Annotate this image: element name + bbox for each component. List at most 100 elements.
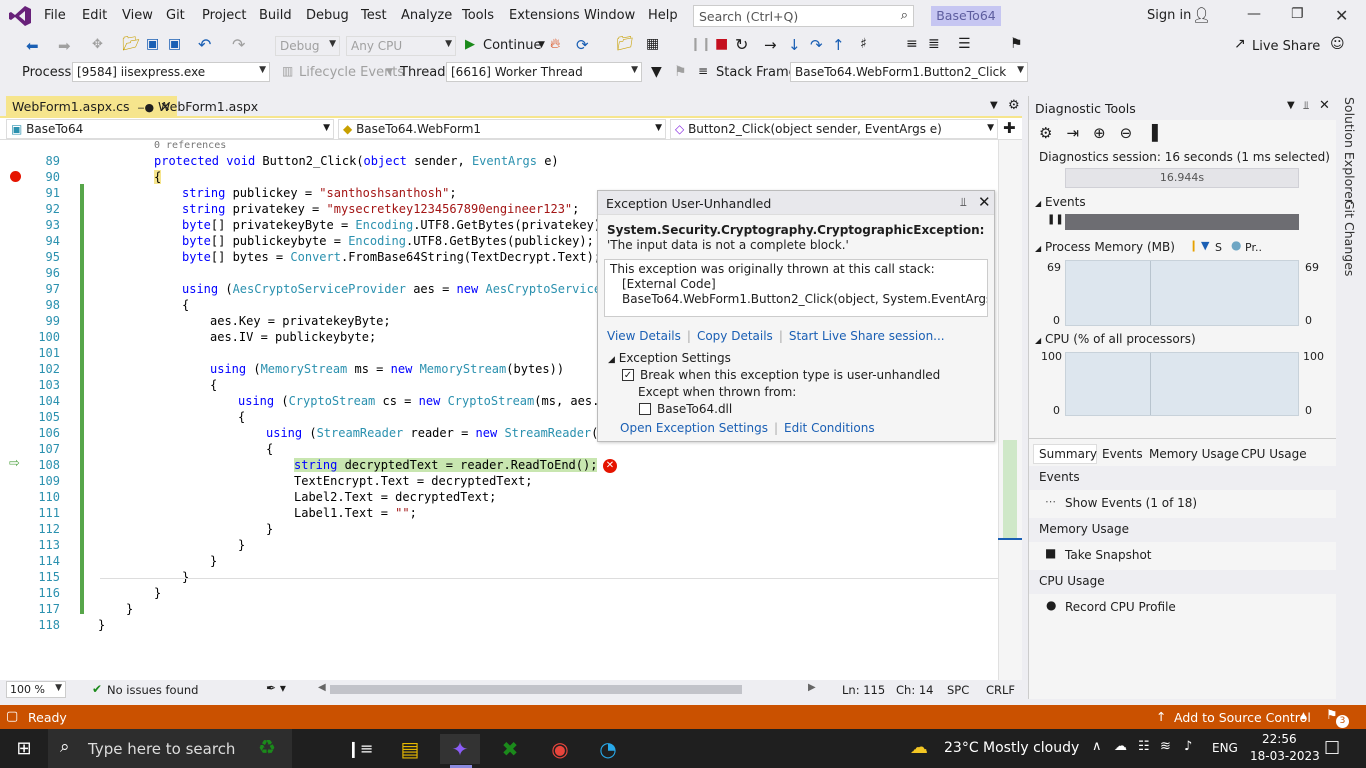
cpu-chart[interactable] [1065,352,1299,416]
break-checkbox[interactable]: ✓ [622,369,634,381]
zoom-combo[interactable]: 100 % ▼ [6,681,66,698]
horizontal-scrollbar-thumb[interactable] [330,685,742,694]
open-exception-settings-link[interactable]: Open Exception Settings [620,421,768,435]
thread-combo[interactable]: [6616] Worker Thread ▼ [446,62,642,82]
close-window-icon[interactable]: ✕ [1335,6,1348,25]
tab-overflow-icon[interactable]: ▼ [990,100,998,111]
minimize-icon[interactable]: — [1247,6,1261,22]
dll-checkbox[interactable] [639,403,651,415]
copy-details-link[interactable]: Copy Details [697,329,773,343]
refresh-icon[interactable]: ⟳ [576,36,589,54]
stack-frame-combo[interactable]: BaseTo64.WebForm1.Button2_Click ▼ [790,62,1028,82]
tray-chevron-icon[interactable]: ∧ [1092,739,1102,754]
view-details-link[interactable]: View Details [607,329,681,343]
restart-icon[interactable]: ↻ [735,35,748,54]
visual-studio-logo-icon[interactable] [8,5,32,27]
member-combo[interactable]: ◇ Button2_Click(object sender, EventArgs… [670,119,998,139]
step-into-icon[interactable]: ↓ [788,36,801,54]
edge-icon[interactable]: ◔ [588,734,628,764]
whitespace-indicator[interactable]: SPC [947,683,969,697]
weather-icon[interactable]: ☁ [910,737,928,758]
breakpoint-icon[interactable] [10,171,21,182]
cpu-section[interactable]: ◢ CPU (% of all processors) [1035,332,1196,346]
open-file-icon[interactable]: 📂︎ [122,36,140,52]
continue-play-icon[interactable]: ▶ [465,37,475,52]
cleanup-brush-icon[interactable]: ✒ ▾ [266,681,286,695]
add-to-source-control-button[interactable]: Add to Source Control [1174,710,1311,725]
visual-studio-taskbar-icon[interactable]: ✦ [440,734,480,764]
editor-vertical-scrollbar[interactable] [998,140,1022,680]
task-view-icon[interactable]: ❙≡ [340,734,380,764]
events-section[interactable]: ◢ Events [1035,195,1086,209]
process-memory-section[interactable]: ◢ Process Memory (MB) [1035,240,1175,254]
git-changes-tab[interactable]: Git Changes [1342,200,1357,276]
onedrive-icon[interactable]: ☁ [1114,739,1127,754]
zoom-out-icon[interactable]: ⊖ [1120,124,1133,142]
panel-menu-icon[interactable]: ▼ [1287,100,1295,111]
menu-extensions[interactable]: Extensions [509,8,580,23]
undo-icon[interactable]: ↶ [198,35,211,54]
platform-combo[interactable]: Any CPU ▼ [346,36,456,56]
panel-pin-icon[interactable]: ⫫ [1303,99,1309,113]
line-ending-indicator[interactable]: CRLF [986,683,1015,697]
filter-icon[interactable]: ▼ [651,64,662,80]
show-events-link[interactable]: Show Events (1 of 18) [1065,496,1197,510]
browser-link-icon[interactable]: ▦ [646,36,659,52]
redo-icon[interactable]: ↷ [232,35,245,54]
zoom-in-icon[interactable]: ⊕ [1093,124,1106,142]
exception-error-icon[interactable]: ✕ [603,459,617,473]
solution-explorer-tab[interactable]: Solution Explorer [1342,97,1357,204]
continue-button[interactable]: Continue [483,38,541,53]
pause-icon[interactable]: ❚❚ [1047,214,1064,225]
pin-icon[interactable]: ⫫ [960,195,967,210]
live-share-icon[interactable]: ↗ [1234,36,1246,52]
settings-gear-icon[interactable]: ⚙ [1008,98,1020,113]
restore-icon[interactable]: ❐ [1291,6,1304,22]
menu-view[interactable]: View [122,8,153,23]
scroll-right-icon[interactable]: ▶ [808,682,816,693]
column-indicator[interactable]: Ch: 14 [896,683,933,697]
search-box[interactable]: Search (Ctrl+Q) ⌕ [693,5,914,27]
reset-view-icon[interactable]: ▐ [1146,124,1158,142]
language-indicator[interactable]: ENG [1212,741,1238,755]
new-item-icon[interactable]: ✥ [92,37,103,52]
uncomment-icon[interactable]: ≣ [928,36,940,52]
sign-in-link[interactable]: Sign in [1147,8,1191,23]
call-stack-box[interactable]: This exception was originally thrown at … [604,259,988,317]
references-codelens[interactable]: 0 references [154,140,226,151]
network-icon[interactable]: ☷ [1138,739,1150,754]
save-icon[interactable]: ▣ [146,36,159,52]
tab-memory-usage[interactable]: Memory Usage [1149,447,1239,461]
configuration-combo[interactable]: Debug ▼ [275,36,340,56]
settings-gear-icon[interactable]: ⚙ [1039,124,1052,142]
timeline-ruler[interactable]: 16.944s [1065,168,1299,188]
step-out-icon[interactable]: ↑ [832,36,845,54]
record-cpu-profile-button[interactable]: Record CPU Profile [1065,600,1176,614]
action-center-icon[interactable]: □ [1324,737,1340,757]
panel-close-icon[interactable]: ✕ [1319,98,1330,113]
take-snapshot-button[interactable]: Take Snapshot [1065,548,1152,562]
menu-tools[interactable]: Tools [462,8,494,23]
stop-debugging-icon[interactable]: ■ [715,36,728,52]
navigate-forward-icon[interactable]: ➡︎ [58,37,71,55]
source-control-up-caret-icon[interactable]: ▲ [1300,711,1307,721]
bookmark-icon[interactable]: ⚑ [1010,36,1023,52]
scroll-left-icon[interactable]: ◀ [318,682,326,693]
menu-window[interactable]: Window [584,8,635,23]
save-all-icon[interactable]: ▣ [168,36,181,52]
export-icon[interactable]: ⇥ [1066,124,1079,142]
menu-analyze[interactable]: Analyze [401,8,452,23]
tab-summary[interactable]: Summary [1033,444,1097,464]
events-timeline-bar[interactable] [1065,214,1299,230]
memory-chart[interactable] [1065,260,1299,326]
edit-conditions-link[interactable]: Edit Conditions [784,421,875,435]
menu-help[interactable]: Help [648,8,678,23]
split-window-icon[interactable]: ✚ [1003,119,1016,137]
wifi-icon[interactable]: ≋ [1160,739,1171,754]
folder-icon[interactable]: 📁︎ [616,36,634,52]
taskbar-search-box[interactable]: ⌕ Type here to search ♻ [48,729,292,768]
issues-status[interactable]: No issues found [107,683,198,697]
continue-dropdown-icon[interactable]: ▼ [538,40,545,50]
lifecycle-dropdown-icon[interactable]: ▼ [386,67,393,77]
close-popup-icon[interactable]: ✕ [978,193,991,211]
